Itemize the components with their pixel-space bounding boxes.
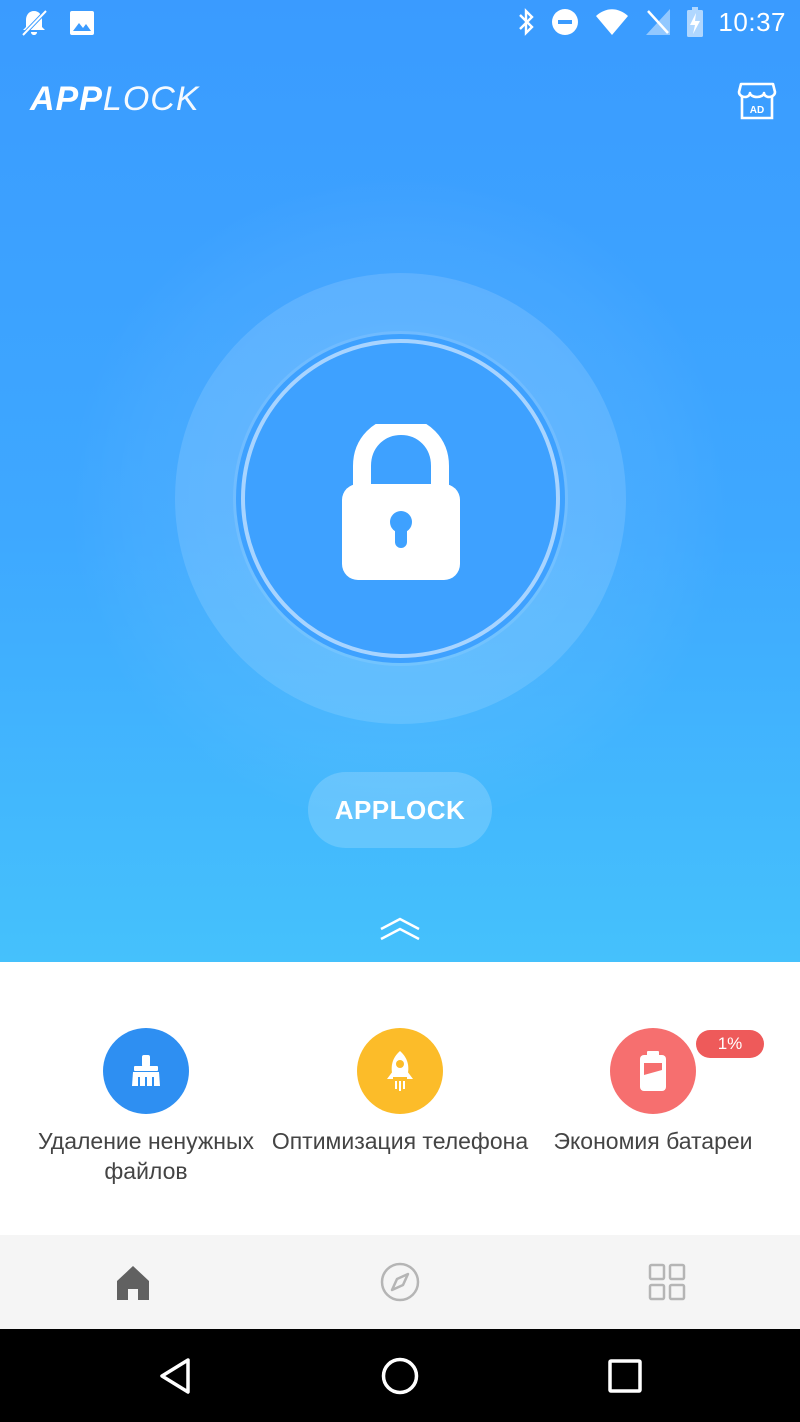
feature-label: Экономия батареи bbox=[553, 1128, 753, 1154]
applock-button[interactable]: APPLOCK bbox=[308, 772, 492, 848]
apps-grid-icon[interactable] bbox=[647, 1262, 687, 1302]
feature-circle bbox=[103, 1028, 189, 1114]
app-title-thin: LOCK bbox=[102, 80, 200, 118]
feature-label: Оптимизация телефона bbox=[271, 1128, 529, 1154]
hero-panel: 10:37 APPLOCK AD APPLOCK bbox=[0, 0, 800, 962]
back-icon[interactable] bbox=[156, 1356, 196, 1396]
battery-icon bbox=[640, 1051, 666, 1091]
home-icon[interactable] bbox=[113, 1262, 153, 1302]
bottom-nav bbox=[0, 1235, 800, 1329]
image-icon bbox=[70, 11, 94, 35]
status-bar: 10:37 bbox=[0, 0, 800, 50]
padlock-icon[interactable] bbox=[340, 424, 462, 582]
broom-icon bbox=[132, 1055, 160, 1086]
double-chevron-up-icon[interactable] bbox=[378, 915, 422, 943]
recents-icon[interactable] bbox=[605, 1356, 645, 1396]
feature-circle bbox=[610, 1028, 696, 1114]
app-title-bold: APP bbox=[30, 80, 103, 118]
feature-row: Удаление ненужных файлов Оптимизация тел… bbox=[0, 962, 800, 1235]
clock: 10:37 bbox=[718, 6, 786, 37]
bluetooth-icon bbox=[519, 8, 535, 36]
battery-badge: 1% bbox=[696, 1030, 764, 1058]
battery-charging-icon bbox=[687, 7, 704, 37]
feature-junk-cleaner[interactable]: Удаление ненужных файлов bbox=[13, 1028, 279, 1186]
feature-circle bbox=[357, 1028, 443, 1114]
notifications-off-icon bbox=[21, 9, 48, 37]
system-nav-bar bbox=[0, 1329, 800, 1422]
feature-label: Удаление ненужных файлов bbox=[37, 1128, 255, 1184]
feature-phone-boost[interactable]: Оптимизация телефона bbox=[267, 1028, 533, 1156]
app-title: APPLOCK bbox=[30, 80, 200, 119]
home-circle-icon[interactable] bbox=[380, 1356, 420, 1396]
ad-store-button[interactable]: AD bbox=[736, 80, 778, 122]
ad-label: AD bbox=[750, 105, 764, 116]
compass-icon[interactable] bbox=[380, 1262, 420, 1302]
do-not-disturb-icon bbox=[552, 9, 579, 35]
no-signal-icon bbox=[646, 9, 671, 35]
rocket-icon bbox=[387, 1051, 413, 1091]
wifi-icon bbox=[596, 9, 629, 35]
